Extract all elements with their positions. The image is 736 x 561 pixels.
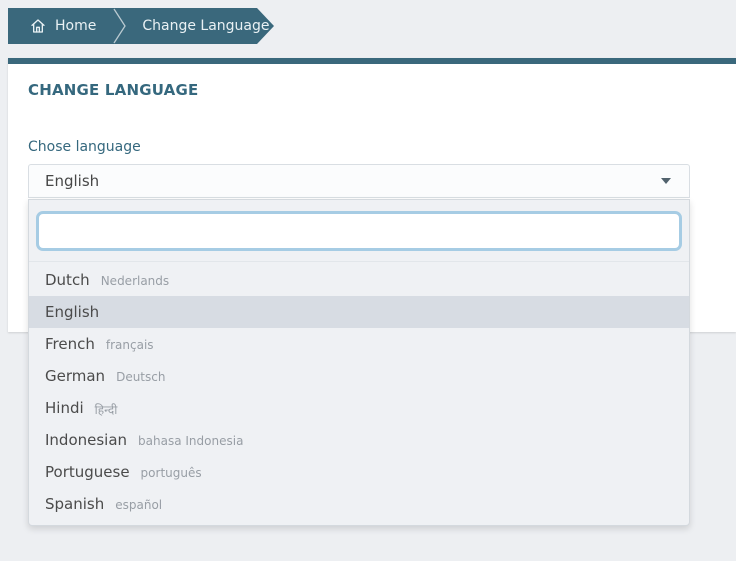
language-option[interactable]: English (29, 296, 689, 328)
language-native-name: हिन्दी (94, 402, 118, 417)
language-form-group: Chose language English Dutch Nederlands … (28, 139, 716, 526)
language-option[interactable]: German Deutsch (29, 360, 689, 392)
chevron-right-icon (113, 8, 127, 44)
language-name: French (45, 335, 95, 353)
breadcrumb-home[interactable]: Home (30, 18, 96, 34)
language-option[interactable]: Hindi हिन्दी (29, 392, 689, 424)
breadcrumb-current-label: Change Language (142, 18, 270, 34)
language-search-box (29, 200, 689, 262)
caret-down-icon (661, 178, 671, 184)
language-option[interactable]: Portuguese português (29, 456, 689, 488)
language-native-name: español (115, 498, 163, 512)
language-name: Dutch (45, 271, 90, 289)
language-option[interactable]: French français (29, 328, 689, 360)
language-native-name: Nederlands (100, 274, 170, 288)
change-language-card: CHANGE LANGUAGE Chose language English D… (8, 58, 736, 526)
language-name: German (45, 367, 106, 385)
choose-language-label: Chose language (28, 139, 141, 155)
language-name: English (45, 303, 100, 321)
language-name: Indonesian (45, 431, 128, 449)
language-option[interactable]: Indonesian bahasa Indonesia (29, 424, 689, 456)
breadcrumb-current[interactable]: Change Language (142, 18, 269, 34)
language-name: Portuguese (45, 463, 130, 481)
breadcrumb-home-label: Home (55, 18, 97, 34)
language-native-name: português (140, 466, 202, 480)
language-search-input[interactable] (36, 211, 682, 251)
language-name: Spanish (45, 495, 105, 513)
language-option[interactable]: Spanish español (29, 488, 689, 520)
breadcrumb: Home Change Language (8, 8, 274, 44)
language-select[interactable]: English (28, 164, 690, 198)
language-list: Dutch Nederlands English French français… (29, 262, 689, 520)
language-name: Hindi (45, 399, 84, 417)
language-select-value: English (45, 172, 100, 190)
language-dropdown: Dutch Nederlands English French français… (28, 199, 690, 526)
language-native-name: français (105, 338, 154, 352)
language-option[interactable]: Dutch Nederlands (29, 264, 689, 296)
page: Home Change Language CHANGE LANGUAGE Cho… (0, 0, 736, 561)
home-icon (30, 18, 46, 34)
language-select-wrap: English Dutch Nederlands English French … (28, 164, 690, 526)
page-title: CHANGE LANGUAGE (28, 81, 199, 99)
language-native-name: Deutsch (116, 370, 166, 384)
language-native-name: bahasa Indonesia (138, 434, 244, 448)
